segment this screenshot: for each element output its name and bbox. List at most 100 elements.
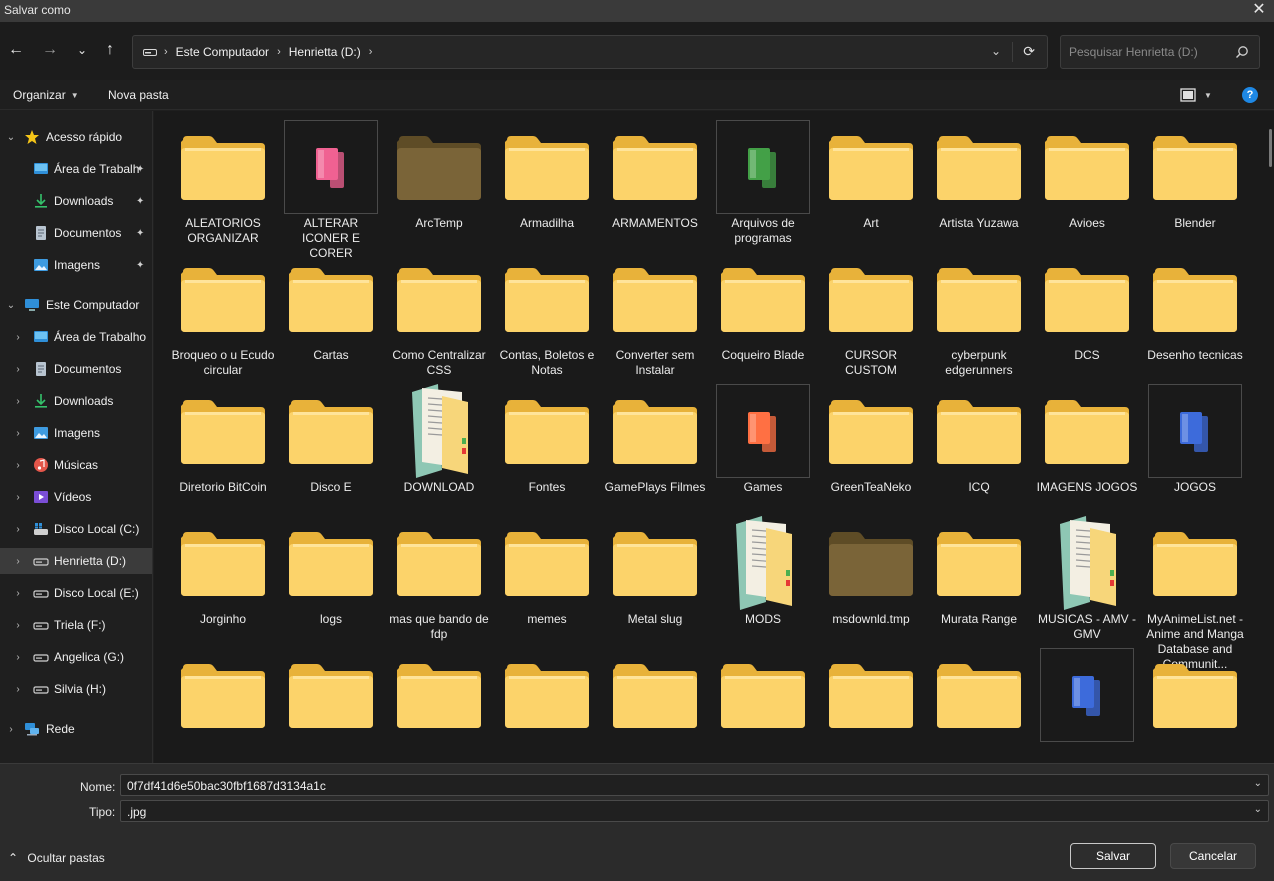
folder-item-broqueo-o-u-ecudo-circular[interactable]: Broqueo o u Ecudo circular [172, 243, 274, 377]
folder-item-artista-yuzawa[interactable]: Artista Yuzawa [931, 111, 1027, 239]
folder-item-partial[interactable] [823, 639, 919, 763]
folder-item-disco-e[interactable]: Disco E [283, 375, 379, 503]
folder-item-fontes[interactable]: Fontes [499, 375, 595, 503]
folder-item-partial[interactable] [715, 639, 811, 763]
sidebar-item-quick-access[interactable]: ⌄ Acesso rápido [0, 124, 152, 150]
folder-item-download[interactable]: DOWNLOAD [391, 375, 487, 503]
cancel-button[interactable]: Cancelar [1170, 843, 1256, 869]
folder-item-diretorio-bitcoin[interactable]: Diretorio BitCoin [175, 375, 271, 503]
help-icon[interactable]: ? [1242, 87, 1258, 103]
folder-item-partial[interactable] [283, 639, 379, 763]
folder-item-cartas[interactable]: Cartas [283, 243, 379, 371]
sidebar-item-network[interactable]: › Rede [0, 716, 152, 742]
back-arrow-icon[interactable]: ← [6, 39, 26, 61]
close-icon[interactable]: ✕ [1250, 1, 1268, 19]
expand-chevron-icon[interactable]: › [12, 524, 24, 535]
folder-item-arctemp[interactable]: ArcTemp [391, 111, 487, 239]
search-box[interactable] [1060, 35, 1260, 69]
filetype-select[interactable]: .jpg ⌄ [120, 800, 1269, 822]
folder-item-imagens-jogos[interactable]: IMAGENS JOGOS [1037, 375, 1137, 503]
folder-item-metal-slug[interactable]: Metal slug [607, 507, 703, 635]
folder-item-icq[interactable]: ICQ [931, 375, 1027, 503]
folder-item-msdownld-tmp[interactable]: msdownld.tmp [823, 507, 919, 635]
folder-item-converter-sem-instalar[interactable]: Converter sem Instalar [607, 243, 703, 377]
expand-chevron-icon[interactable]: › [12, 492, 24, 503]
refresh-icon[interactable]: ⟳ [1023, 43, 1035, 60]
sidebar-item-quick-documents[interactable]: Documentos ✦ [0, 220, 152, 246]
sidebar-item-quick-downloads[interactable]: Downloads ✦ [0, 188, 152, 214]
folder-item-armadilha[interactable]: Armadilha [499, 111, 595, 239]
vertical-scrollbar[interactable] [1269, 129, 1272, 167]
folder-item-murata-range[interactable]: Murata Range [931, 507, 1027, 635]
expand-chevron-icon[interactable]: › [5, 724, 17, 735]
folder-item-partial[interactable] [607, 639, 703, 763]
sidebar-item-drive-h[interactable]: › Silvia (H:) [0, 676, 152, 702]
folder-item-logs[interactable]: logs [283, 507, 379, 635]
forward-arrow-icon[interactable]: → [40, 39, 60, 61]
sidebar-item-documents[interactable]: › Documentos [0, 356, 152, 382]
sidebar-item-this-pc[interactable]: ⌄ Este Computador [0, 292, 152, 318]
expand-chevron-icon[interactable]: › [12, 652, 24, 663]
sidebar-item-drive-f[interactable]: › Triela (F:) [0, 612, 152, 638]
folder-item-myanimelist-net-anime-and-manga-database-and-communit[interactable]: MyAnimeList.net - Anime and Manga Databa… [1146, 507, 1244, 671]
folder-item-cyberpunk-edgerunners[interactable]: cyberpunk edgerunners [931, 243, 1027, 377]
folder-item-dcs[interactable]: DCS [1039, 243, 1135, 371]
sidebar-item-drive-e[interactable]: › Disco Local (E:) [0, 580, 152, 606]
organize-menu[interactable]: Organizar ▼ [13, 88, 79, 102]
folder-item-partial[interactable] [931, 639, 1027, 763]
save-button[interactable]: Salvar [1070, 843, 1156, 869]
expand-chevron-icon[interactable]: › [12, 620, 24, 631]
folder-item-partial[interactable] [1147, 639, 1243, 763]
folder-item-partial[interactable] [1039, 639, 1135, 763]
hide-folders-button[interactable]: ⌃ Ocultar pastas [8, 851, 105, 865]
folder-item-coqueiro-blade[interactable]: Coqueiro Blade [715, 243, 811, 371]
sidebar-item-quick-desktop[interactable]: Área de Trabalh ✦ [0, 156, 152, 182]
sidebar-item-images[interactable]: › Imagens [0, 420, 152, 446]
expand-chevron-icon[interactable]: › [12, 556, 24, 567]
collapse-chevron-icon[interactable]: ⌄ [5, 132, 17, 143]
search-input[interactable] [1069, 44, 1229, 60]
folder-item-partial[interactable] [175, 639, 271, 763]
folder-item-art[interactable]: Art [823, 111, 919, 239]
folder-item-desenho-tecnicas[interactable]: Desenho tecnicas [1147, 243, 1243, 371]
folder-item-blender[interactable]: Blender [1147, 111, 1243, 239]
sidebar-item-drive-g[interactable]: › Angelica (G:) [0, 644, 152, 670]
up-arrow-icon[interactable]: ↑ [100, 39, 120, 61]
sidebar-item-videos[interactable]: › Vídeos [0, 484, 152, 510]
sidebar-item-drive-c[interactable]: › Disco Local (C:) [0, 516, 152, 542]
view-options-button[interactable]: ▼ [1180, 87, 1216, 103]
folder-item-contas-boletos-e-notas[interactable]: Contas, Boletos e Notas [499, 243, 595, 377]
recent-locations-chevron-icon[interactable]: ⌄ [72, 39, 92, 61]
folder-item-como-centralizar-css[interactable]: Como Centralizar CSS [391, 243, 487, 377]
new-folder-button[interactable]: Nova pasta [108, 88, 169, 102]
chevron-down-icon[interactable]: ⌄ [1254, 804, 1262, 815]
expand-chevron-icon[interactable]: › [12, 428, 24, 439]
chevron-down-icon[interactable]: ⌄ [1254, 778, 1262, 789]
folder-item-jogos[interactable]: JOGOS [1147, 375, 1243, 503]
collapse-chevron-icon[interactable]: ⌄ [5, 300, 17, 311]
folder-item-armamentos[interactable]: ARMAMENTOS [607, 111, 703, 239]
folder-item-aleatorios-organizar[interactable]: ALEATORIOS ORGANIZAR [175, 111, 271, 245]
sidebar-item-music[interactable]: › Músicas [0, 452, 152, 478]
folder-item-gameplays-filmes[interactable]: GamePlays Filmes [605, 375, 705, 503]
folder-item-greenteaneko[interactable]: GreenTeaNeko [823, 375, 919, 503]
folder-item-mods[interactable]: MODS [715, 507, 811, 635]
folder-item-partial[interactable] [499, 639, 595, 763]
expand-chevron-icon[interactable]: › [12, 396, 24, 407]
breadcrumb-henrietta[interactable]: Henrietta (D:) [289, 45, 361, 59]
sidebar-item-drive-d[interactable]: › Henrietta (D:) [0, 548, 152, 574]
folder-item-musicas-amv-gmv[interactable]: MUSICAS - AMV - GMV [1038, 507, 1136, 641]
sidebar-item-quick-images[interactable]: Imagens ✦ [0, 252, 152, 278]
address-bar[interactable]: › Este Computador › Henrietta (D:) › ⌄ ⟳ [132, 35, 1048, 69]
expand-chevron-icon[interactable]: › [12, 332, 24, 343]
expand-chevron-icon[interactable]: › [12, 460, 24, 471]
expand-chevron-icon[interactable]: › [12, 684, 24, 695]
folder-item-partial[interactable] [391, 639, 487, 763]
sidebar-item-desktop[interactable]: › Área de Trabalho [0, 324, 152, 350]
expand-chevron-icon[interactable]: › [12, 364, 24, 375]
breadcrumb-este-computador[interactable]: Este Computador [176, 45, 269, 59]
folder-item-cursor-custom[interactable]: CURSOR CUSTOM [823, 243, 919, 377]
folder-item-mas-que-bando-de-fdp[interactable]: mas que bando de fdp [389, 507, 489, 641]
folder-item-alterar-iconer-e-corer[interactable]: ALTERAR ICONER E CORER [283, 111, 379, 260]
filename-field[interactable]: 0f7df41d6e50bac30fbf1687d3134a1c ⌄ [120, 774, 1269, 796]
